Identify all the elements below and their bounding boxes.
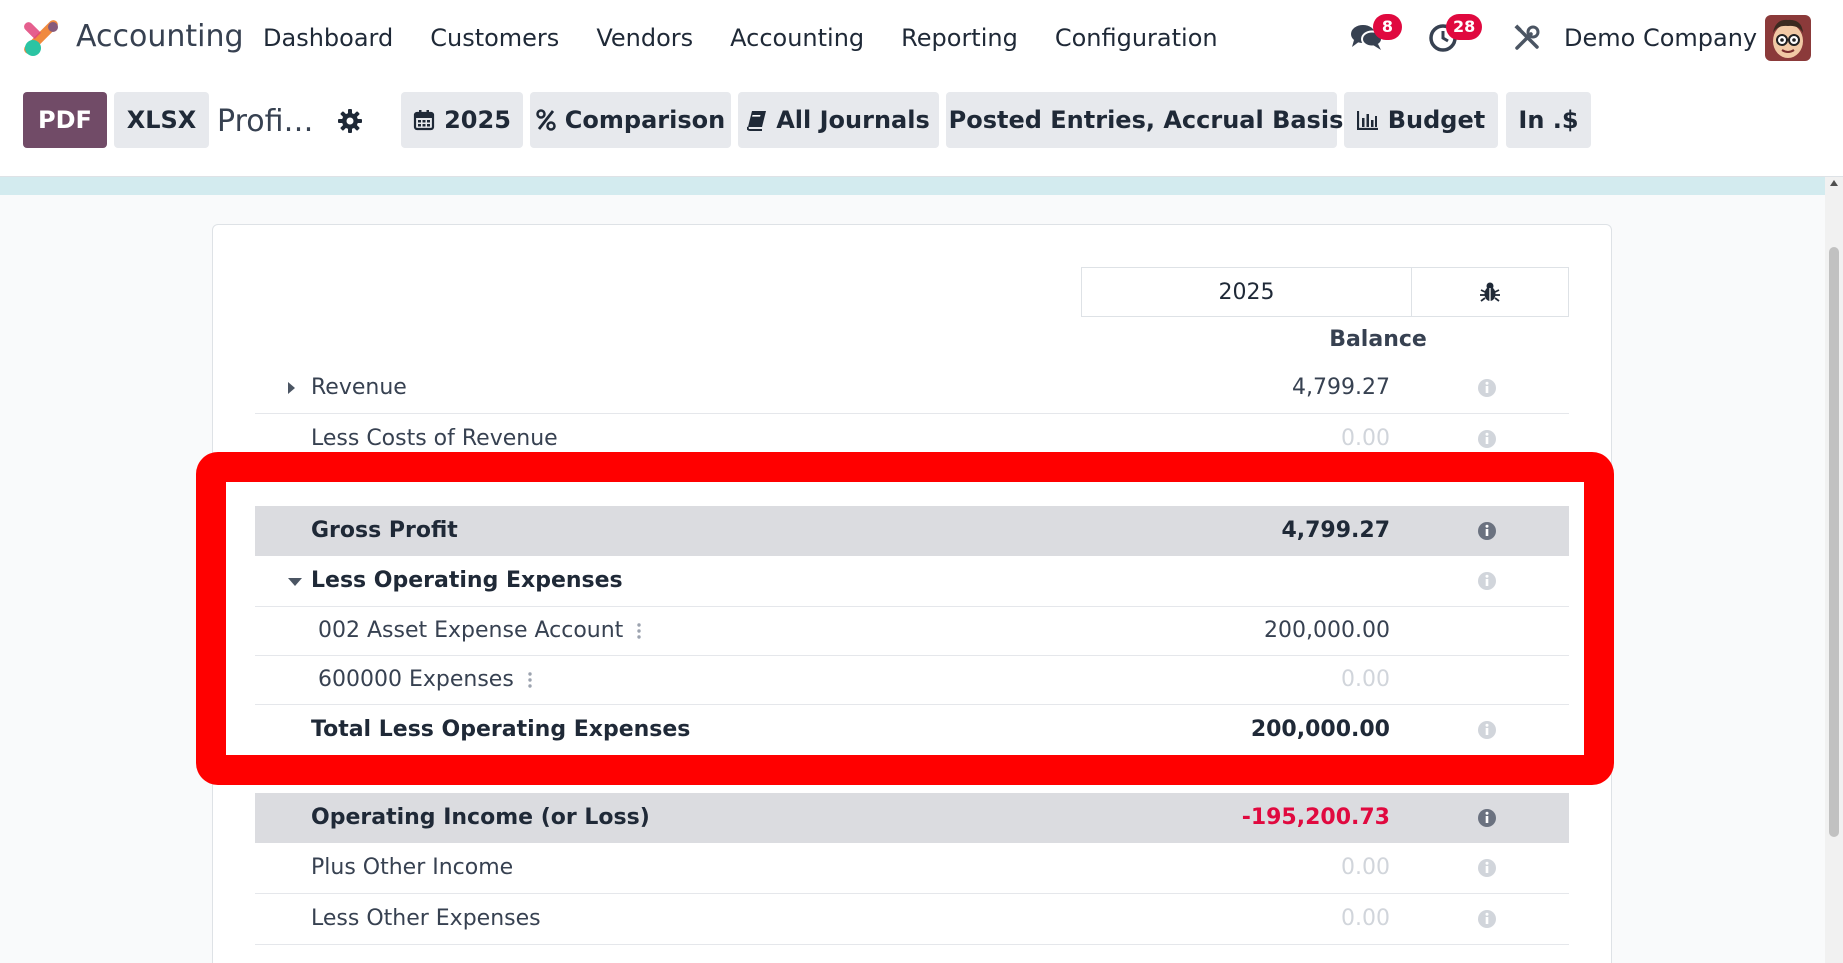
- settings-tools-button[interactable]: [1513, 24, 1541, 52]
- pdf-export-button[interactable]: PDF: [23, 92, 107, 148]
- debug-column-header[interactable]: [1411, 267, 1569, 317]
- line-label: Revenue: [311, 375, 407, 400]
- info-icon[interactable]: [1477, 808, 1497, 828]
- line-label: 600000 Expenses: [318, 667, 514, 692]
- scrollbar-thumb[interactable]: [1829, 247, 1839, 837]
- info-icon[interactable]: [1477, 720, 1497, 740]
- line-value[interactable]: 200,000.00: [1264, 618, 1390, 643]
- kebab-menu-icon[interactable]: [637, 621, 641, 641]
- report-title: Profi…: [217, 104, 314, 139]
- budget-filter-button[interactable]: Budget: [1344, 92, 1498, 148]
- line-label: Less Operating Expenses: [311, 568, 623, 593]
- line-gross-profit[interactable]: Gross Profit 4,799.27: [255, 506, 1569, 556]
- menu-reporting[interactable]: Reporting: [901, 24, 1018, 52]
- line-revenue[interactable]: Revenue 4,799.27: [255, 363, 1569, 414]
- line-value[interactable]: 0.00: [1341, 906, 1390, 931]
- messages-count-badge: 8: [1373, 14, 1402, 40]
- options-filter-label: Posted Entries, Accrual Basis: [948, 106, 1344, 134]
- report-header-band: [0, 177, 1825, 195]
- percent-icon: [536, 109, 556, 131]
- comparison-filter-label: Comparison: [564, 106, 726, 134]
- gear-icon[interactable]: [337, 108, 363, 134]
- line-label: Less Costs of Revenue: [311, 426, 558, 451]
- info-icon[interactable]: [1477, 429, 1497, 449]
- line-label: Plus Other Income: [311, 855, 514, 880]
- accounting-app-logo-icon[interactable]: [22, 18, 62, 58]
- main-menu: Dashboard Customers Vendors Accounting R…: [263, 24, 1255, 52]
- control-panel: PDF XLSX Profi… 2025 Comparison All Jour…: [0, 75, 1843, 177]
- line-value[interactable]: 0.00: [1341, 667, 1390, 692]
- comparison-filter-button[interactable]: Comparison: [530, 92, 731, 148]
- line-less-operating-expenses[interactable]: Less Operating Expenses: [255, 556, 1569, 607]
- user-avatar[interactable]: [1765, 15, 1811, 61]
- line-plus-other-income[interactable]: Plus Other Income 0.00: [255, 843, 1569, 894]
- info-icon[interactable]: [1477, 858, 1497, 878]
- line-less-other-expenses[interactable]: Less Other Expenses 0.00: [255, 894, 1569, 945]
- line-label: Total Less Operating Expenses: [311, 717, 691, 742]
- date-filter-button[interactable]: 2025: [401, 92, 523, 148]
- line-label: Gross Profit: [311, 518, 458, 543]
- report-sheet: 2025 Balance Revenue 4,799.27 Less Costs…: [212, 224, 1612, 963]
- date-filter-label: 2025: [444, 106, 511, 134]
- journals-filter-label: All Journals: [776, 106, 930, 134]
- line-value[interactable]: 200,000.00: [1251, 717, 1390, 742]
- line-value[interactable]: 4,799.27: [1292, 375, 1390, 400]
- line-label: Operating Income (or Loss): [311, 805, 650, 830]
- info-icon[interactable]: [1477, 909, 1497, 929]
- info-icon[interactable]: [1477, 521, 1497, 541]
- column-header-period[interactable]: 2025: [1081, 267, 1412, 317]
- menu-configuration[interactable]: Configuration: [1055, 24, 1218, 52]
- user-avatar-icon: [1765, 15, 1811, 61]
- company-switcher[interactable]: Demo Company: [1564, 24, 1757, 52]
- menu-accounting[interactable]: Accounting: [730, 24, 864, 52]
- line-value[interactable]: 4,799.27: [1281, 518, 1390, 543]
- line-value[interactable]: 0.00: [1341, 855, 1390, 880]
- scroll-up-arrow-icon[interactable]: [1830, 180, 1838, 186]
- kebab-menu-icon[interactable]: [528, 670, 532, 690]
- line-label: 002 Asset Expense Account: [318, 618, 624, 643]
- journals-filter-button[interactable]: All Journals: [738, 92, 939, 148]
- line-account-002[interactable]: 002 Asset Expense Account 200,000.00: [255, 607, 1569, 656]
- bug-icon: [1480, 282, 1500, 302]
- menu-vendors[interactable]: Vendors: [596, 24, 693, 52]
- options-filter-button[interactable]: Posted Entries, Accrual Basis: [946, 92, 1343, 148]
- info-icon[interactable]: [1477, 378, 1497, 398]
- book-icon: [747, 111, 767, 131]
- line-value[interactable]: 0.00: [1341, 426, 1390, 451]
- vertical-scrollbar[interactable]: [1825, 177, 1843, 963]
- app-name[interactable]: Accounting: [76, 19, 244, 54]
- line-less-costs-of-revenue[interactable]: Less Costs of Revenue 0.00: [255, 414, 1569, 465]
- bar-chart-icon: [1356, 111, 1378, 130]
- calendar-icon: [413, 110, 435, 131]
- wrench-screwdriver-icon: [1514, 24, 1540, 50]
- currency-filter-button[interactable]: In .$: [1506, 92, 1591, 148]
- xlsx-export-button[interactable]: XLSX: [114, 92, 209, 148]
- budget-filter-label: Budget: [1387, 106, 1486, 134]
- expand-caret-icon[interactable]: [288, 382, 295, 394]
- currency-filter-label: In .$: [1518, 106, 1579, 134]
- line-label: Less Other Expenses: [311, 906, 541, 931]
- column-subheader-balance: Balance: [1329, 327, 1427, 352]
- account-label[interactable]: 002 Asset Expense Account: [318, 618, 641, 643]
- line-operating-income[interactable]: Operating Income (or Loss) -195,200.73: [255, 793, 1569, 843]
- line-value[interactable]: -195,200.73: [1242, 805, 1390, 830]
- menu-customers[interactable]: Customers: [430, 24, 559, 52]
- collapse-caret-icon[interactable]: [288, 578, 302, 586]
- top-navbar: Accounting Dashboard Customers Vendors A…: [0, 0, 1843, 75]
- line-total-less-operating-expenses[interactable]: Total Less Operating Expenses 200,000.00: [255, 705, 1569, 756]
- activities-count-badge: 28: [1446, 14, 1483, 40]
- info-icon[interactable]: [1477, 571, 1497, 591]
- menu-dashboard[interactable]: Dashboard: [263, 24, 393, 52]
- account-label[interactable]: 600000 Expenses: [318, 667, 532, 692]
- line-account-600000[interactable]: 600000 Expenses 0.00: [255, 656, 1569, 705]
